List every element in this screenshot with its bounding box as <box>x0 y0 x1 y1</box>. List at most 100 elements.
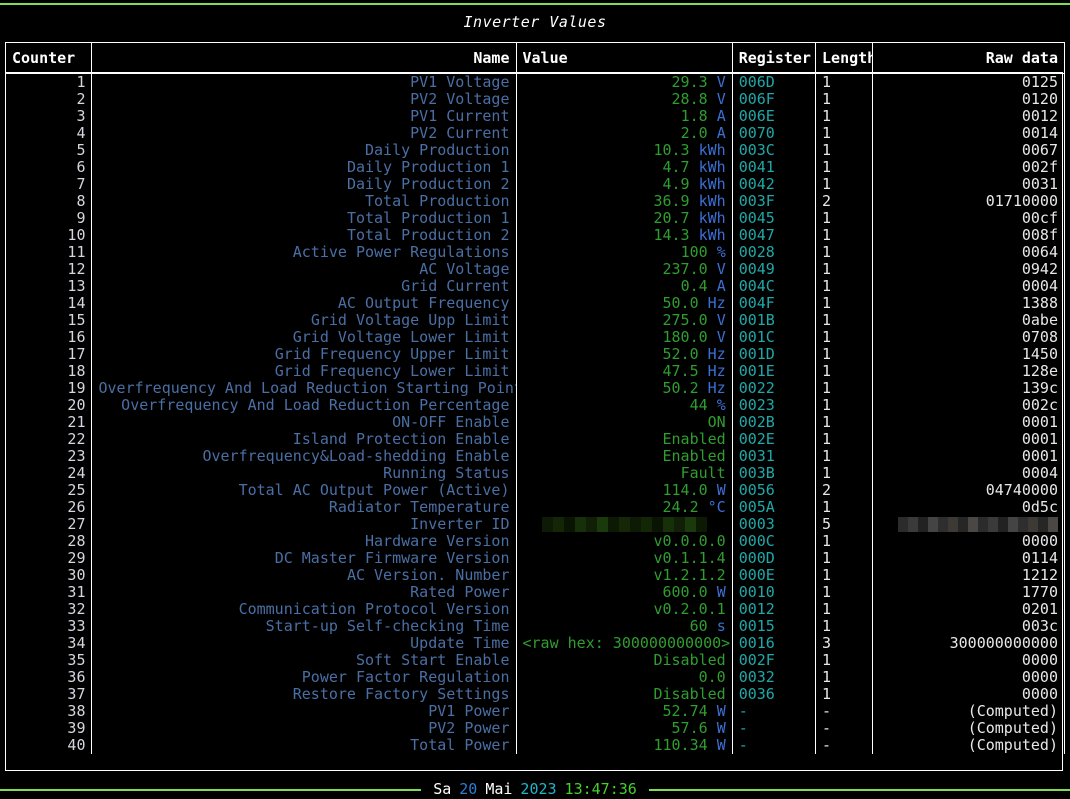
table-row[interactable]: 35 Soft Start Enable Disabled 002F 1 0000 <box>4 652 1066 669</box>
table-row[interactable]: 8 Total Production 36.9 kWh 003F 2 01710000 <box>4 193 1066 210</box>
cell-length: 1 <box>815 227 873 244</box>
table-header-row: Counter Name Value Register Length Raw d… <box>4 42 1066 74</box>
table-row[interactable]: 17 Grid Frequency Upper Limit 52.0 Hz 001D 1… <box>4 346 1066 363</box>
cell-value <box>515 516 733 533</box>
table-row[interactable]: 23 Overfrequency&Load-shedding Enable Enab… <box>4 448 1066 465</box>
table-row[interactable]: 14 AC Output Frequency 50.0 Hz 004F 1 1388 <box>4 295 1066 312</box>
value-number: 28.8 <box>671 91 708 108</box>
cell-value: 44 % <box>515 397 733 414</box>
table-row[interactable]: 3 PV1 Current 1.8 A 006E 1 0012 <box>4 108 1066 125</box>
table-row[interactable]: 16 Grid Voltage Lower Limit 180.0 V 001C 1 07… <box>4 329 1066 346</box>
status-bar: Sa 20 Mai 2023 13:47:36 <box>0 780 1070 799</box>
column-header-counter[interactable]: Counter <box>4 42 93 74</box>
cell-counter: 39 <box>4 720 93 737</box>
status-rule-right <box>648 788 1070 791</box>
table-row[interactable]: 28 Hardware Version v0.0.0.0 000C 1 0000 <box>4 533 1066 550</box>
table-row[interactable]: 10 Total Production 2 14.3 kWh 0047 1 008f <box>4 227 1066 244</box>
terminal-screen: Inverter Values Counter Name Value Regis… <box>0 0 1070 799</box>
table-row[interactable]: 19 Overfrequency And Load Reduction Start… <box>4 380 1066 397</box>
cell-counter: 23 <box>4 448 93 465</box>
cell-counter: 7 <box>4 176 93 193</box>
table-row[interactable]: 11 Active Power Regulations 100 % 0028 1 0064 <box>4 244 1066 261</box>
cell-value: 0.4 A <box>515 278 733 295</box>
table-row[interactable]: 9 Total Production 1 20.7 kWh 0045 1 00cf <box>4 210 1066 227</box>
table-row[interactable]: 40 Total Power 110.34 W - - (Computed) <box>4 737 1066 754</box>
value-number: 47.5 <box>662 363 699 380</box>
cell-register: 0047 <box>731 227 817 244</box>
table-row[interactable]: 33 Start-up Self-checking Time 60 s 0015 1 00… <box>4 618 1066 635</box>
cell-raw-data: 0004 <box>871 465 1066 482</box>
cell-counter: 38 <box>4 703 93 720</box>
cell-counter: 14 <box>4 295 93 312</box>
table-row[interactable]: 12 AC Voltage 237.0 V 0049 1 0942 <box>4 261 1066 278</box>
value-unit: V <box>716 329 726 346</box>
cell-value: <raw hex: 300000000000> <box>515 635 733 652</box>
table-row[interactable]: 15 Grid Voltage Upp Limit 275.0 V 001B 1 0abe <box>4 312 1066 329</box>
value-number: v0.0.0.0 <box>653 533 726 550</box>
value-unit: s <box>716 618 726 635</box>
cell-name: PV2 Power <box>91 720 517 737</box>
cell-name: Restore Factory Settings <box>91 686 517 703</box>
table-row[interactable]: 4 PV2 Current 2.0 A 0070 1 0014 <box>4 125 1066 142</box>
cell-name: Communication Protocol Version <box>91 601 517 618</box>
value-number: 52.0 <box>662 346 699 363</box>
cell-length: - <box>815 737 873 754</box>
cell-length: 1 <box>815 125 873 142</box>
column-header-name[interactable]: Name <box>91 42 517 74</box>
value-unit: W <box>716 720 726 737</box>
cell-counter: 9 <box>4 210 93 227</box>
value-number: 2.0 <box>680 125 708 142</box>
cell-counter: 34 <box>4 635 93 652</box>
cell-value: 60 s <box>515 618 733 635</box>
cell-register: 001E <box>731 363 817 380</box>
value-number: Enabled <box>662 448 726 465</box>
cell-register: 000E <box>731 567 817 584</box>
table-row[interactable]: 13 Grid Current 0.4 A 004C 1 0004 <box>4 278 1066 295</box>
table-row[interactable]: 24 Running Status Fault 003B 1 0004 <box>4 465 1066 482</box>
cell-name: Grid Frequency Lower Limit <box>91 363 517 380</box>
cell-length: 1 <box>815 159 873 176</box>
table-row[interactable]: 26 Radiator Temperature 24.2 °C 005A 1 0d5c <box>4 499 1066 516</box>
table-row[interactable]: 32 Communication Protocol Version v0.2.0.1… <box>4 601 1066 618</box>
table-row[interactable]: 31 Rated Power 600.0 W 0010 1 1770 <box>4 584 1066 601</box>
cell-length: 1 <box>815 73 873 91</box>
table-row[interactable]: 30 AC Version. Number v1.2.1.2 000E 1 1212 <box>4 567 1066 584</box>
clock-time: 13:47:36 <box>564 780 637 798</box>
table-row[interactable]: 37 Restore Factory Settings Disabled 0036 1 0… <box>4 686 1066 703</box>
cell-name: PV2 Voltage <box>91 91 517 108</box>
column-header-length[interactable]: Length <box>815 42 873 74</box>
table-row[interactable]: 36 Power Factor Regulation 0.0 0032 1 0000 <box>4 669 1066 686</box>
cell-length: 1 <box>815 686 873 703</box>
table-row[interactable]: 34 Update Time <raw hex: 300000000000> 0016… <box>4 635 1066 652</box>
table-row[interactable]: 29 DC Master Firmware Version v0.1.1.4 000D… <box>4 550 1066 567</box>
table-row[interactable]: 5 Daily Production 10.3 kWh 003C 1 0067 <box>4 142 1066 159</box>
table-row[interactable]: 7 Daily Production 2 4.9 kWh 0042 1 0031 <box>4 176 1066 193</box>
table-row[interactable]: 21 ON-OFF Enable ON 002B 1 0001 <box>4 414 1066 431</box>
column-header-register[interactable]: Register <box>731 42 817 74</box>
table-row[interactable]: 20 Overfrequency And Load Reduction Perce… <box>4 397 1066 414</box>
cell-value: v0.0.0.0 <box>515 533 733 550</box>
cell-name: Running Status <box>91 465 517 482</box>
cell-length: 1 <box>815 652 873 669</box>
cell-length: 1 <box>815 550 873 567</box>
column-header-value[interactable]: Value <box>515 42 733 74</box>
table-row[interactable]: 6 Daily Production 1 4.7 kWh 0041 1 002f <box>4 159 1066 176</box>
value-number: 29.3 <box>671 73 708 91</box>
cell-name: Grid Current <box>91 278 517 295</box>
table-row[interactable]: 1 PV1 Voltage 29.3 V 006D 1 0125 <box>4 73 1066 91</box>
table-row[interactable]: 18 Grid Frequency Lower Limit 47.5 Hz 001E 1… <box>4 363 1066 380</box>
cell-length: 1 <box>815 261 873 278</box>
table-row[interactable]: 25 Total AC Output Power (Active) 114.0 W0… <box>4 482 1066 499</box>
value-unit: A <box>716 108 726 125</box>
cell-raw-data: 0000 <box>871 669 1066 686</box>
table-row[interactable]: 38 PV1 Power 52.74 W - - (Computed) <box>4 703 1066 720</box>
column-header-raw-data[interactable]: Raw data <box>871 42 1066 74</box>
table-row[interactable]: 22 Island Protection Enable Enabled 002E 1 00… <box>4 431 1066 448</box>
cell-raw-data: 0067 <box>871 142 1066 159</box>
table-row[interactable]: 27 Inverter ID 0003 5 <box>4 516 1066 533</box>
cell-value: 110.34 W <box>515 737 733 754</box>
cell-name: Inverter ID <box>91 516 517 533</box>
cell-register: 0016 <box>731 635 817 652</box>
table-row[interactable]: 2 PV2 Voltage 28.8 V 006F 1 0120 <box>4 91 1066 108</box>
table-row[interactable]: 39 PV2 Power 57.6 W - - (Computed) <box>4 720 1066 737</box>
